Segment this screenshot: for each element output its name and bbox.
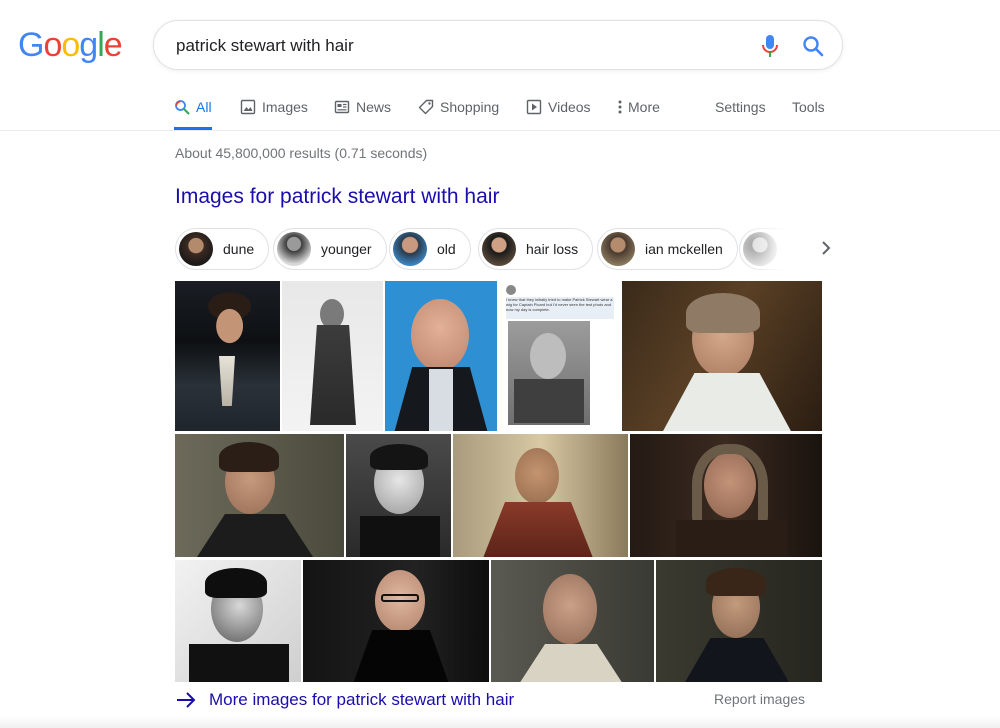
chip-thumbnail: [179, 232, 213, 266]
image-detail: [506, 285, 516, 295]
tab-label: Images: [262, 99, 308, 115]
bottom-shadow: [0, 716, 1000, 728]
image-detail: [515, 448, 559, 504]
image-detail: [519, 644, 623, 682]
tab-images[interactable]: Images: [240, 84, 308, 130]
image-detail: [370, 444, 428, 470]
image-result[interactable]: I knew that they initially tried to make…: [500, 281, 620, 431]
image-result[interactable]: [175, 281, 280, 431]
microphone-icon[interactable]: [760, 34, 780, 58]
logo-letter: o: [43, 26, 62, 64]
arrow-right-icon: [177, 692, 196, 708]
image-detail: [381, 594, 419, 602]
chevron-right-icon[interactable]: [816, 238, 836, 258]
play-icon: [526, 99, 542, 115]
tab-label: All: [196, 99, 212, 115]
chip-thumbnail: [482, 232, 516, 266]
chip-thumbnail: [393, 232, 427, 266]
logo-letter: o: [61, 26, 80, 64]
settings-label: Settings: [715, 99, 766, 115]
settings-link[interactable]: Settings: [715, 84, 766, 130]
google-logo[interactable]: Google: [18, 26, 123, 64]
chip-thumbnail: [277, 232, 311, 266]
chip-label: ian mckellen: [645, 241, 723, 257]
chip-younger[interactable]: younger: [273, 228, 387, 270]
tab-news[interactable]: News: [334, 84, 391, 130]
chip-label: old: [437, 241, 456, 257]
header-divider: [0, 130, 1000, 131]
image-result[interactable]: [630, 434, 822, 557]
image-result[interactable]: [303, 560, 489, 682]
image-result[interactable]: [282, 281, 383, 431]
tab-label: More: [628, 99, 660, 115]
tab-all[interactable]: All: [174, 84, 212, 130]
tools-link[interactable]: Tools: [792, 84, 825, 130]
logo-letter: G: [18, 26, 44, 64]
image-detail: [514, 379, 584, 423]
image-detail: [205, 568, 267, 598]
image-detail: [189, 644, 289, 682]
tab-shopping[interactable]: Shopping: [418, 84, 499, 130]
image-result[interactable]: [385, 281, 497, 431]
image-result[interactable]: [175, 560, 301, 682]
image-detail: [662, 373, 792, 431]
tab-more[interactable]: More: [616, 84, 660, 130]
image-result[interactable]: [175, 434, 344, 557]
image-detail: [315, 604, 355, 616]
logo-letter: e: [103, 26, 123, 64]
chip-fade: [740, 228, 825, 270]
chip-label: younger: [321, 241, 372, 257]
image-detail: [360, 516, 440, 557]
chip-label: dune: [223, 241, 255, 257]
search-tabs: All Images News Shopping Videos More Set…: [164, 84, 844, 130]
image-detail: [320, 299, 344, 329]
chip-label: hair loss: [526, 241, 579, 257]
chip-hair-loss[interactable]: hair loss: [478, 228, 594, 270]
search-box: [153, 20, 843, 70]
image-detail: [483, 502, 593, 557]
image-result[interactable]: [622, 281, 822, 431]
chip-thumbnail: [601, 232, 635, 266]
result-stats: About 45,800,000 results (0.71 seconds): [175, 145, 428, 161]
related-chips: dune younger old hair loss ian mckellen …: [175, 228, 825, 270]
search-input[interactable]: [176, 33, 736, 59]
image-result[interactable]: [453, 434, 628, 557]
image-detail: [676, 520, 786, 557]
image-icon: [240, 99, 256, 115]
image-detail: [195, 514, 315, 557]
report-images-link[interactable]: Report images: [714, 691, 805, 707]
dots-vertical-icon: [618, 100, 622, 114]
image-detail: [353, 630, 449, 682]
image-detail: [543, 574, 597, 644]
image-detail: [219, 442, 279, 472]
image-detail: [686, 293, 760, 333]
image-detail: [684, 638, 790, 682]
image-detail: [411, 299, 469, 371]
news-icon: [334, 100, 350, 114]
tools-label: Tools: [792, 99, 825, 115]
search-icon: [175, 100, 190, 115]
image-result[interactable]: [346, 434, 451, 557]
tab-videos[interactable]: Videos: [526, 84, 591, 130]
images-section-title[interactable]: Images for patrick stewart with hair: [175, 185, 499, 209]
image-detail: [310, 325, 356, 425]
tweet-text: I knew that they initially tried to make…: [506, 297, 614, 319]
image-result[interactable]: [656, 560, 822, 682]
chip-dune[interactable]: dune: [175, 228, 270, 270]
more-images-label: More images for patrick stewart with hai…: [209, 690, 515, 709]
image-detail: [219, 356, 235, 406]
image-result[interactable]: [491, 560, 654, 682]
more-images-link[interactable]: More images for patrick stewart with hai…: [175, 688, 514, 712]
logo-letter: g: [79, 26, 98, 64]
image-detail: [530, 333, 566, 379]
tab-label: Videos: [548, 99, 591, 115]
chip-ian-mckellen[interactable]: ian mckellen: [597, 228, 738, 270]
tag-icon: [418, 99, 434, 115]
tab-label: News: [356, 99, 392, 115]
search-icon[interactable]: [802, 35, 824, 57]
image-detail: [706, 568, 766, 596]
tab-label: Shopping: [440, 99, 500, 115]
image-detail: [429, 369, 453, 431]
chip-old[interactable]: old: [389, 228, 471, 270]
